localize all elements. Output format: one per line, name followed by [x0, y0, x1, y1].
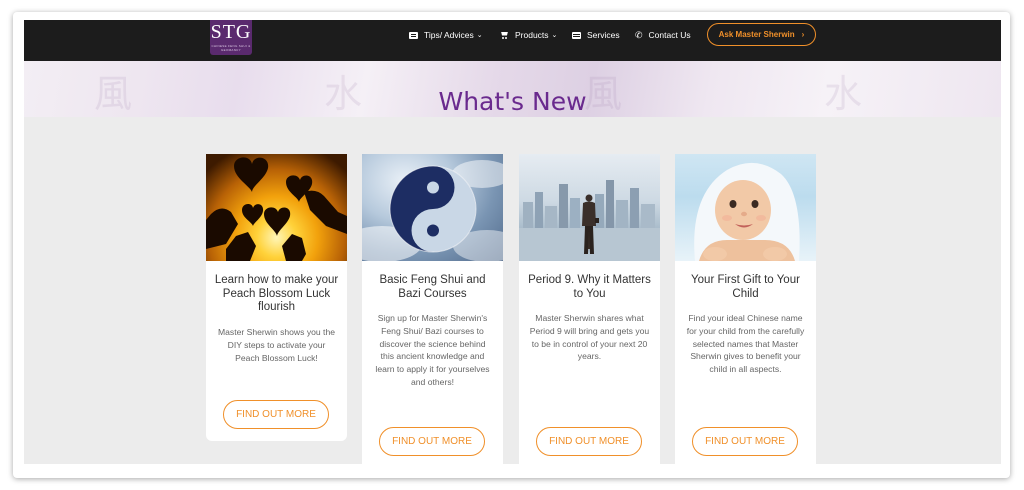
navbar: STG CHINESE FENG SHUI & GEOMANCY Tips/ A…	[24, 20, 1001, 61]
card-description: Master Sherwin shares what Period 9 will…	[529, 313, 650, 362]
card-title[interactable]: Period 9. Why it Matters to You	[525, 274, 654, 301]
card-peach-blossom: Learn how to make your Peach Blossom Luc…	[206, 154, 347, 441]
card-description: Sign up for Master Sherwin's Feng Shui/ …	[375, 313, 490, 387]
nav-products[interactable]: Products ⌄	[500, 20, 557, 50]
chevron-right-icon: ›	[801, 30, 805, 39]
baby-towel-image[interactable]	[675, 154, 816, 261]
card-feng-shui-courses: Basic Feng Shui and Bazi Courses Sign up…	[362, 154, 503, 464]
card-title[interactable]: Your First Gift to Your Child	[681, 274, 810, 301]
page-viewport: STG CHINESE FENG SHUI & GEOMANCY Tips/ A…	[24, 20, 1001, 464]
find-out-more-button[interactable]: FIND OUT MORE	[379, 427, 485, 456]
card-title[interactable]: Basic Feng Shui and Bazi Courses	[368, 274, 497, 301]
cart-icon	[500, 32, 509, 39]
ask-button-label: Ask Master Sherwin	[718, 30, 795, 39]
find-out-more-button[interactable]: FIND OUT MORE	[692, 427, 798, 456]
chevron-down-icon: ⌄	[476, 32, 483, 39]
card-title[interactable]: Learn how to make your Peach Blossom Luc…	[212, 274, 341, 315]
advice-icon	[409, 31, 418, 39]
businessman-city-image[interactable]	[519, 154, 660, 261]
nav-label: Products	[515, 30, 549, 40]
card-first-gift: Your First Gift to Your Child Find your …	[675, 154, 816, 464]
find-out-more-button[interactable]: FIND OUT MORE	[536, 427, 642, 456]
nav-tips-advices[interactable]: Tips/ Advices ⌄	[409, 20, 483, 50]
nav-services[interactable]: Services	[572, 20, 620, 50]
nav-contact-us[interactable]: ✆ Contact Us	[635, 20, 691, 50]
nav-label: Contact Us	[648, 30, 691, 40]
phone-icon: ✆	[635, 29, 643, 40]
hearts-sunset-image[interactable]	[206, 154, 347, 261]
chevron-down-icon: ⌄	[551, 32, 558, 39]
card-period-9: Period 9. Why it Matters to You Master S…	[519, 154, 660, 464]
ask-master-sherwin-button[interactable]: Ask Master Sherwin ›	[707, 23, 816, 46]
yin-yang-sky-image[interactable]	[362, 154, 503, 261]
card-description: Find your ideal Chinese name for your ch…	[686, 313, 805, 375]
logo-text: STG	[210, 21, 252, 43]
nav-label: Tips/ Advices	[424, 30, 474, 40]
services-icon	[572, 31, 581, 39]
nav-label: Services	[587, 30, 620, 40]
logo-subtext: CHINESE FENG SHUI & GEOMANCY	[211, 44, 251, 52]
find-out-more-button[interactable]: FIND OUT MORE	[223, 400, 329, 429]
card-description: Master Sherwin shows you the DIY steps t…	[217, 327, 336, 363]
stg-logo[interactable]: STG CHINESE FENG SHUI & GEOMANCY	[210, 20, 252, 55]
page-title: What's New	[438, 87, 587, 116]
